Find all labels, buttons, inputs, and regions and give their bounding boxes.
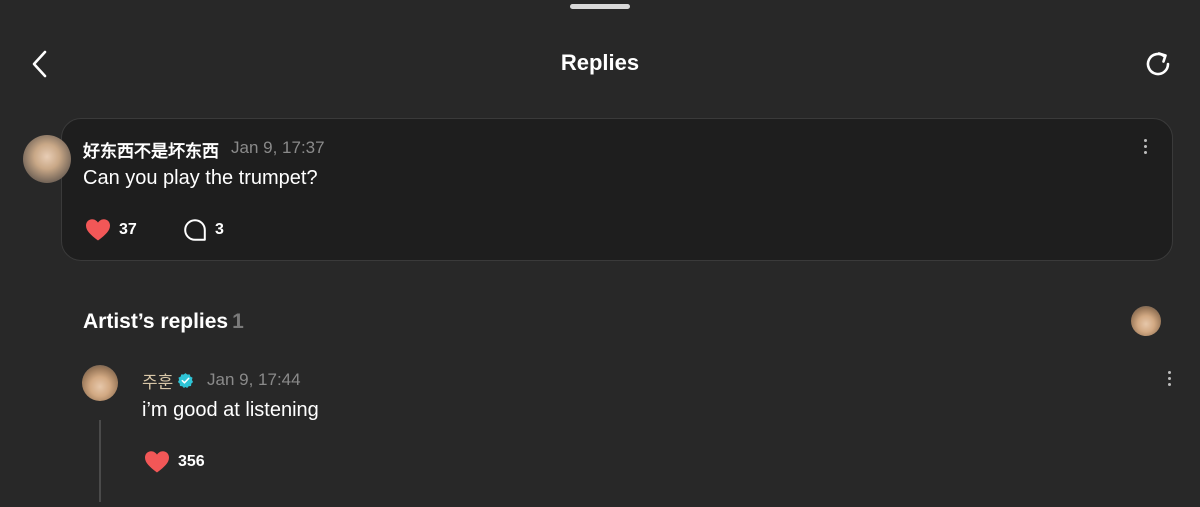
page-title: Replies — [560, 50, 640, 75]
comment-username[interactable]: 好东西不是坏东西 — [83, 137, 219, 162]
heart-icon — [86, 219, 110, 241]
artist-reply-more-button[interactable] — [1163, 366, 1175, 390]
reply-count: 3 — [215, 221, 224, 238]
like-button[interactable]: 37 — [85, 218, 137, 242]
artist-replies-heading: Artist’s replies 1 — [83, 310, 244, 334]
refresh-button[interactable] — [1140, 46, 1176, 82]
artist-name: 주훈 — [142, 373, 174, 392]
more-options-button[interactable] — [1139, 134, 1151, 158]
verified-badge-icon — [178, 373, 194, 389]
comment-bubble-icon — [184, 219, 206, 241]
artist-replies-title: Artist’s replies — [83, 310, 229, 333]
reply-button[interactable]: 3 — [183, 218, 224, 242]
artist-reply-like-count: 356 — [178, 453, 205, 470]
artist-reply-like-button[interactable]: 356 — [144, 450, 205, 474]
artist-reply-timestamp: Jan 9, 17:44 — [207, 370, 301, 389]
thread-line — [99, 420, 101, 502]
artist-avatar[interactable] — [82, 365, 118, 401]
more-vertical-icon — [1167, 370, 1171, 374]
artist-name-row[interactable]: 주훈 — [142, 368, 194, 393]
heart-icon — [145, 451, 169, 473]
artist-reply-text: i’m good at listening — [142, 399, 319, 421]
like-count: 37 — [119, 221, 137, 238]
refresh-icon — [1146, 52, 1170, 76]
drag-handle[interactable] — [570, 4, 630, 9]
replies-screen: Replies 好东西不是坏东西 Jan 9, 17:37 Can you pl… — [0, 0, 1200, 507]
artist-replies-count: 1 — [232, 310, 244, 333]
more-vertical-icon — [1143, 138, 1147, 142]
comment-timestamp: Jan 9, 17:37 — [231, 138, 325, 157]
avatar[interactable] — [23, 135, 71, 183]
comment-text: Can you play the trumpet? — [83, 167, 318, 189]
artist-avatar-small[interactable] — [1131, 306, 1161, 336]
